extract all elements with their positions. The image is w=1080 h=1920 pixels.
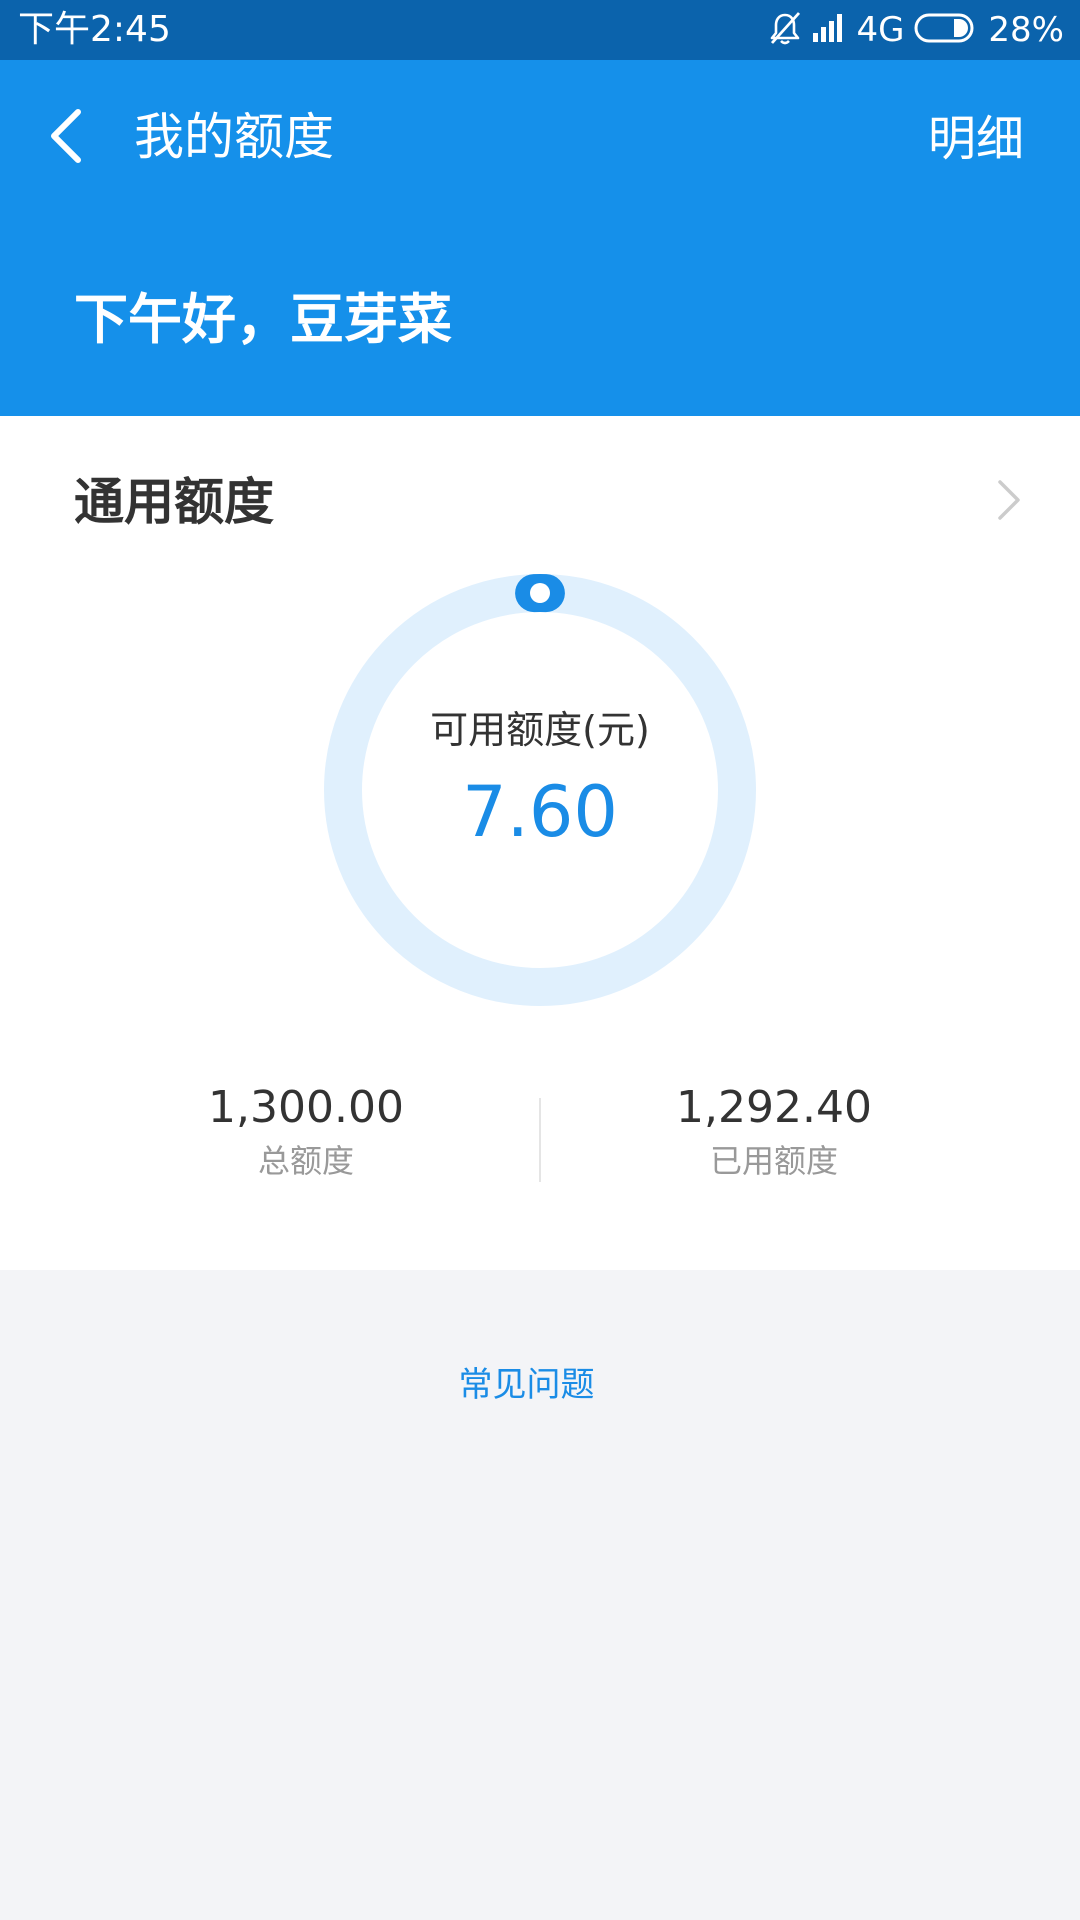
credit-ring: 可用额度(元) 7.60 <box>324 574 756 1006</box>
available-label: 可用额度(元) <box>430 708 650 752</box>
status-bar: 下午2:45 4G 28% <box>0 0 1080 60</box>
page-title: 我的额度 <box>134 108 334 166</box>
section-detail-button[interactable] <box>994 480 1024 524</box>
battery-percent: 28% <box>988 10 1064 50</box>
total-credit-label: 总额度 <box>257 1142 354 1180</box>
chevron-left-icon <box>48 108 84 168</box>
ring-indicator-dot <box>530 583 550 603</box>
battery-icon <box>914 13 978 47</box>
credit-card: 通用额度 可用额度(元) 7.60 1,300.00 总额度 1,292.40 … <box>0 416 1080 1270</box>
back-button[interactable] <box>38 102 94 174</box>
bell-muted-icon <box>768 10 802 50</box>
faq-link[interactable]: 常见问题 <box>0 1360 1053 1410</box>
stat-divider <box>539 1098 541 1182</box>
section-title: 通用额度 <box>74 473 274 531</box>
signal-icon <box>812 13 846 47</box>
status-time: 下午2:45 <box>18 9 171 50</box>
header-banner: 我的额度 明细 下午好，豆芽菜 <box>0 60 1080 416</box>
used-credit: 1,292.40 已用额度 <box>574 1080 974 1186</box>
network-type: 4G <box>856 10 905 50</box>
greeting-text: 下午好，豆芽菜 <box>74 288 452 351</box>
total-credit-value: 1,300.00 <box>208 1082 404 1133</box>
used-credit-value: 1,292.40 <box>676 1082 872 1133</box>
total-credit: 1,300.00 总额度 <box>106 1080 506 1186</box>
status-icons: 4G 28% <box>758 9 1064 51</box>
detail-button[interactable]: 明细 <box>928 100 1024 178</box>
chevron-right-icon <box>996 478 1022 526</box>
available-value: 7.60 <box>462 771 618 853</box>
used-credit-label: 已用额度 <box>709 1142 838 1180</box>
